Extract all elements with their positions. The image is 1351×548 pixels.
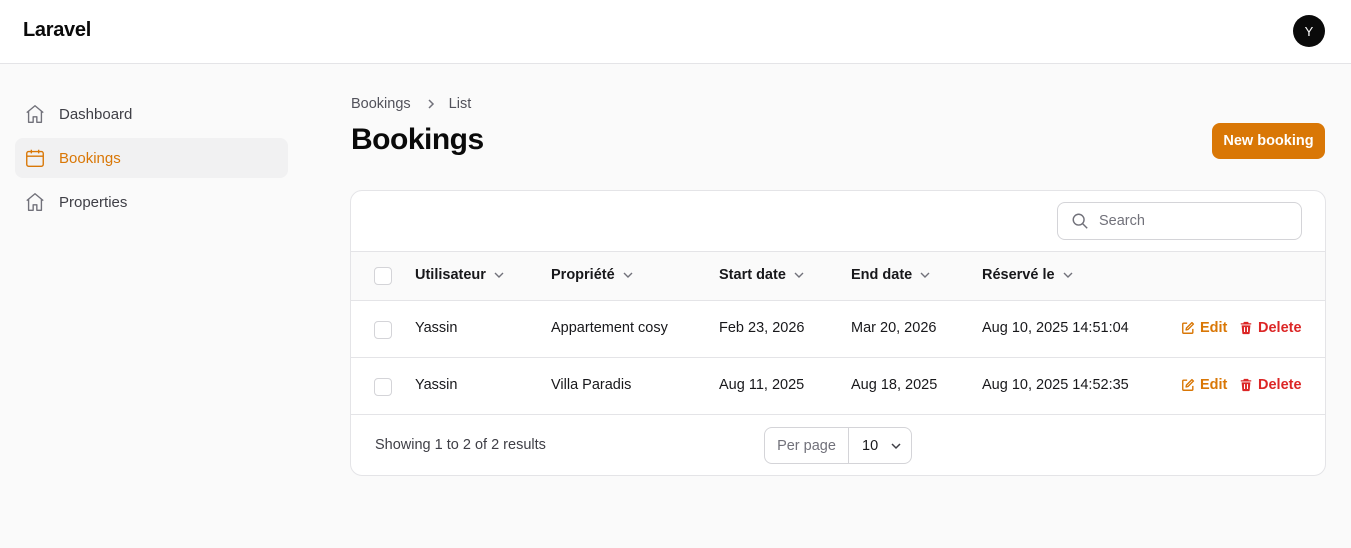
bookings-table-card: Utilisateur Propriété Start date End dat… [350,190,1326,476]
new-booking-button[interactable]: New booking [1212,123,1325,159]
cell-property: Appartement cosy [551,320,668,336]
sidebar-item-properties[interactable]: Properties [15,182,288,222]
home-icon [24,103,46,125]
breadcrumb-current: List [448,96,472,112]
cell-end-date: Mar 20, 2026 [851,320,937,336]
cell-reserved-at: Aug 10, 2025 14:52:35 [982,377,1129,393]
breadcrumb-bookings-link[interactable]: Bookings [351,96,411,112]
sidebar-item-label: Properties [59,193,128,211]
pagination-summary: Showing 1 to 2 of 2 results [375,437,546,453]
chevron-down-icon [493,269,505,281]
cell-end-date: Aug 18, 2025 [851,377,938,393]
sidebar-item-label: Bookings [59,149,121,167]
cell-user: Yassin [415,320,458,336]
column-label: End date [851,267,913,283]
column-label: Réservé le [982,267,1055,283]
select-all-checkbox[interactable] [374,267,392,285]
sidebar-item-label: Dashboard [59,105,133,123]
cell-user: Yassin [415,377,458,393]
search-icon [1072,213,1088,229]
home-icon [24,191,46,213]
edit-icon [1182,321,1195,334]
per-page-value: 10 [862,437,879,454]
delete-label: Delete [1258,320,1302,336]
search-field[interactable] [1057,202,1302,240]
table-row: Yassin Villa Paradis Aug 11, 2025 Aug 18… [351,358,1325,415]
cell-start-date: Aug 11, 2025 [719,377,805,393]
top-bar: Laravel Y [0,0,1351,64]
row-checkbox[interactable] [374,321,392,339]
per-page-select[interactable]: 10 [849,428,911,463]
cell-property: Villa Paradis [551,377,632,393]
chevron-down-icon [1062,269,1074,281]
breadcrumb: Bookings List [351,96,471,112]
edit-icon [1182,378,1195,391]
chevron-down-icon [919,269,931,281]
column-label: Propriété [551,267,615,283]
per-page-label: Per page [765,428,849,463]
chevron-down-icon [622,269,634,281]
sidebar: Dashboard Bookings Properties [15,94,288,226]
column-label: Start date [719,267,786,283]
sidebar-item-bookings[interactable]: Bookings [15,138,288,178]
user-avatar[interactable]: Y [1293,15,1325,47]
cell-reserved-at: Aug 10, 2025 14:51:04 [982,320,1129,336]
edit-label: Edit [1200,320,1228,336]
trash-icon [1240,378,1252,392]
column-header-reserve-le[interactable]: Réservé le [982,267,1074,283]
sidebar-item-dashboard[interactable]: Dashboard [15,94,288,134]
chevron-right-icon [425,98,437,110]
column-label: Utilisateur [415,267,486,283]
trash-icon [1240,321,1252,335]
search-input[interactable] [1099,213,1279,229]
delete-button[interactable]: Delete [1239,320,1302,336]
per-page-control: Per page 10 [764,427,912,464]
column-header-propriete[interactable]: Propriété [551,267,634,283]
calendar-icon [24,147,46,169]
column-header-end-date[interactable]: End date [851,267,931,283]
cell-start-date: Feb 23, 2026 [719,320,805,336]
page-title: Bookings [351,123,484,156]
table-header: Utilisateur Propriété Start date End dat… [351,251,1325,301]
chevron-down-icon [793,269,805,281]
table-row: Yassin Appartement cosy Feb 23, 2026 Mar… [351,301,1325,358]
column-header-utilisateur[interactable]: Utilisateur [415,267,505,283]
edit-button[interactable]: Edit [1181,320,1227,336]
edit-label: Edit [1200,377,1228,393]
chevron-down-icon [890,440,902,452]
row-checkbox[interactable] [374,378,392,396]
edit-button[interactable]: Edit [1181,377,1227,393]
delete-button[interactable]: Delete [1239,377,1302,393]
column-header-start-date[interactable]: Start date [719,267,805,283]
brand-logo[interactable]: Laravel [23,19,91,42]
delete-label: Delete [1258,377,1302,393]
